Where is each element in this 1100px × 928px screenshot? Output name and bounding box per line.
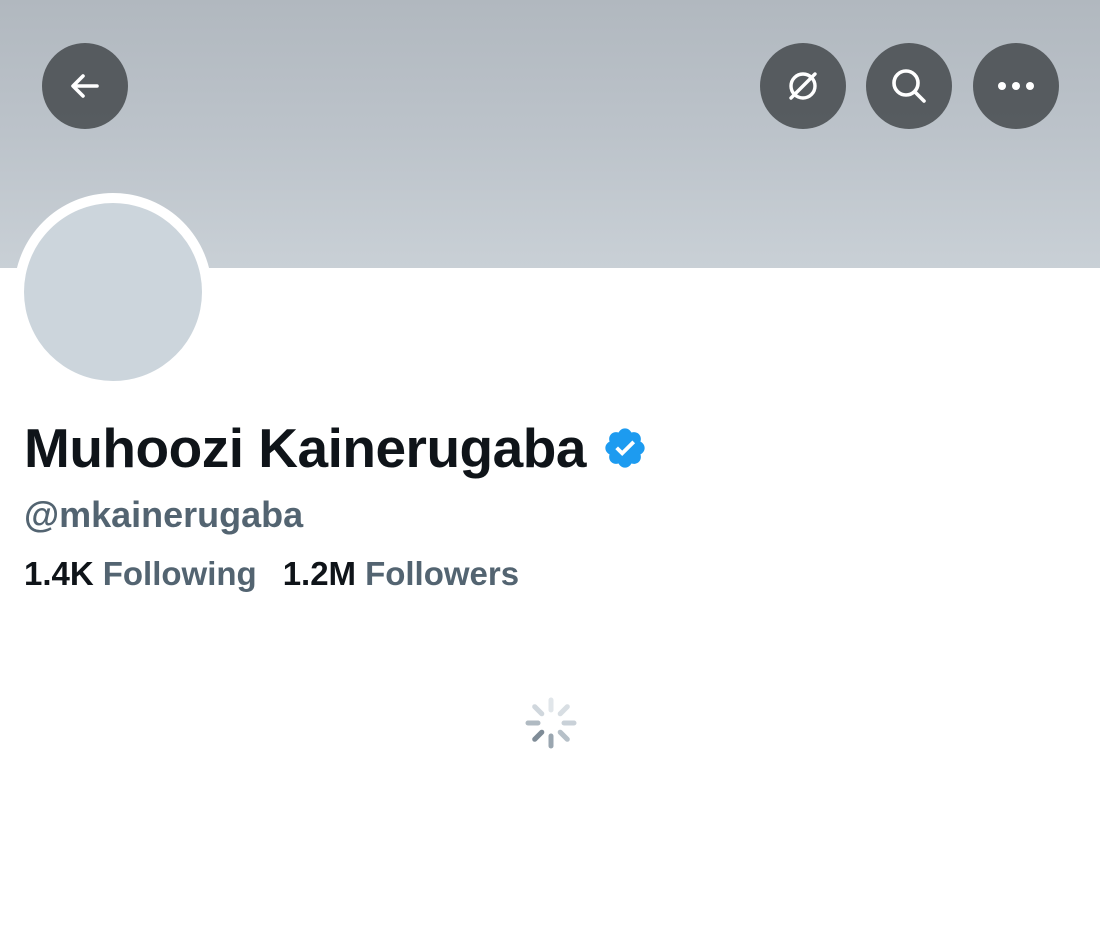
following-label: Following — [102, 555, 257, 592]
back-button[interactable] — [42, 43, 128, 129]
verified-badge-icon[interactable] — [602, 425, 648, 471]
following-link[interactable]: 1.4K Following — [24, 551, 257, 597]
more-horizontal-icon — [998, 82, 1034, 90]
name-row: Muhoozi Kainerugaba — [24, 412, 648, 484]
followers-label: Followers — [365, 555, 520, 592]
display-name: Muhoozi Kainerugaba — [24, 417, 586, 479]
profile-stats: 1.4K Following 1.2M Followers — [24, 551, 519, 597]
grok-button[interactable] — [760, 43, 846, 129]
profile-handle: @mkainerugaba — [24, 494, 304, 535]
arrow-left-icon — [71, 74, 99, 98]
more-button[interactable] — [973, 43, 1059, 129]
followers-count: 1.2M — [282, 555, 357, 592]
search-icon — [892, 69, 926, 103]
grok-icon — [789, 72, 817, 100]
profile-page: Muhoozi Kainerugaba @mkainerugaba 1.4K F… — [0, 0, 1100, 928]
following-count: 1.4K — [24, 555, 94, 592]
loading-spinner-icon — [525, 697, 577, 749]
search-button[interactable] — [866, 43, 952, 129]
avatar[interactable] — [24, 203, 202, 381]
avatar-border — [14, 193, 212, 391]
followers-link[interactable]: 1.2M Followers — [283, 551, 519, 597]
